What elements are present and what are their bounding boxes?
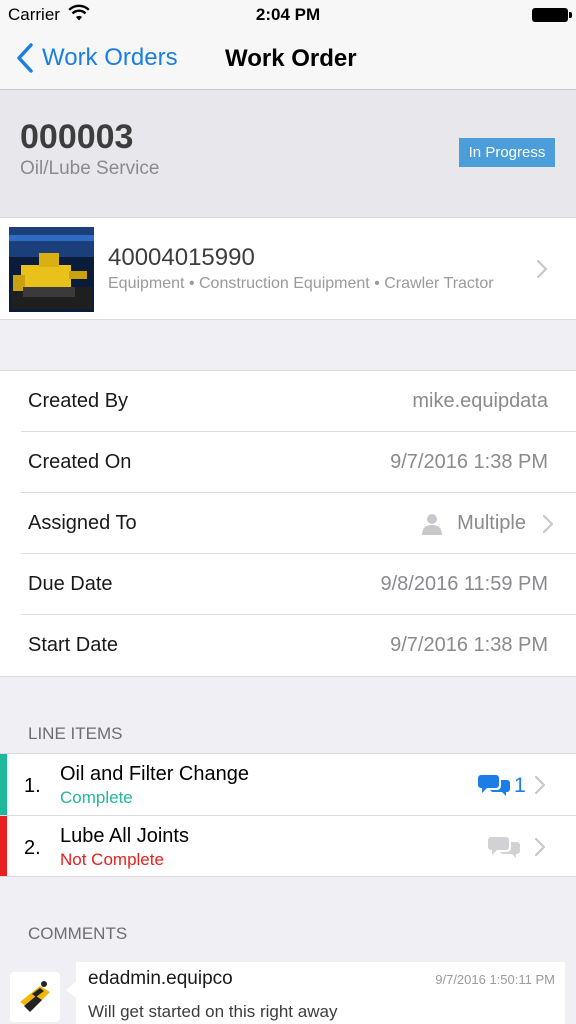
created-on-label: Created On: [28, 451, 132, 473]
detail-row-created-on: Created On 9/7/2016 1:38 PM: [21, 432, 576, 493]
work-order-details: Created By mike.equipdata Created On 9/7…: [0, 370, 576, 677]
line-item[interactable]: 1. Oil and Filter Change Complete 1: [0, 754, 576, 815]
asset-row[interactable]: 40004015990 Equipment • Construction Equ…: [0, 217, 576, 320]
back-button[interactable]: Work Orders: [14, 42, 178, 74]
asset-id: 40004015990: [108, 244, 255, 271]
assigned-to-label: Assigned To: [28, 512, 137, 534]
detail-row-created-by: Created By mike.equipdata: [21, 371, 576, 432]
battery-icon: [532, 8, 572, 22]
chevron-right-icon: [542, 514, 554, 534]
chevron-right-icon: [534, 775, 546, 795]
detail-row-start-date: Start Date 9/7/2016 1:38 PM: [21, 615, 576, 676]
detail-row-assigned-to[interactable]: Assigned To Multiple: [21, 493, 576, 554]
back-button-label: Work Orders: [42, 44, 178, 71]
created-by-value: mike.equipdata: [412, 390, 548, 412]
navigation-bar: Work Orders Work Order: [0, 32, 576, 90]
comment-bubble: edadmin.equipco 9/7/2016 1:50:11 PM Will…: [66, 962, 565, 1024]
line-item-status: Complete: [60, 788, 133, 807]
work-order-number: 000003: [20, 118, 134, 156]
status-stripe: [0, 816, 7, 876]
clock: 2:04 PM: [255, 5, 321, 24]
work-order-header: 000003 Oil/Lube Service In Progress: [0, 90, 576, 217]
work-order-type: Oil/Lube Service: [20, 158, 160, 179]
assigned-to-value: Multiple: [457, 512, 526, 534]
created-by-label: Created By: [28, 390, 129, 412]
detail-row-due-date: Due Date 9/8/2016 11:59 PM: [21, 554, 576, 615]
page-title: Work Order: [225, 45, 357, 72]
line-item-number: 1.: [24, 775, 41, 797]
chevron-right-icon: [534, 837, 546, 857]
line-item-name: Lube All Joints: [60, 825, 189, 847]
status-badge: In Progress: [459, 138, 555, 167]
due-date-value: 9/8/2016 11:59 PM: [380, 573, 548, 595]
comment-text: Will get started on this right away: [88, 1002, 338, 1021]
line-item-status: Not Complete: [60, 850, 164, 869]
line-items-list: 1. Oil and Filter Change Complete 1 2. L…: [0, 753, 576, 877]
status-bar: Carrier 2:04 PM: [0, 0, 576, 32]
comment-count: 1: [514, 774, 526, 797]
comment-bubbles-icon: [488, 837, 520, 858]
line-items-section-title: LINE ITEMS: [28, 724, 123, 743]
line-item-number: 2.: [24, 837, 41, 859]
chevron-left-icon: [17, 43, 33, 73]
start-date-label: Start Date: [28, 634, 119, 656]
line-item[interactable]: 2. Lube All Joints Not Complete: [0, 815, 576, 876]
comment-bubbles-icon: [478, 775, 510, 796]
created-on-value: 9/7/2016 1:38 PM: [390, 451, 548, 473]
line-item-name: Oil and Filter Change: [60, 763, 249, 785]
equipment-thumbnail: [9, 227, 94, 312]
comment-timestamp: 9/7/2016 1:50:11 PM: [435, 972, 555, 987]
person-icon: [422, 514, 442, 535]
user-avatar: [10, 972, 60, 1022]
asset-category-path: Equipment • Construction Equipment • Cra…: [108, 275, 494, 292]
comment-author: edadmin.equipco: [88, 968, 233, 989]
comments-section-title: COMMENTS: [28, 924, 128, 943]
status-stripe: [0, 754, 7, 815]
comment-item: edadmin.equipco 9/7/2016 1:50:11 PM Will…: [0, 960, 576, 1024]
start-date-value: 9/7/2016 1:38 PM: [390, 634, 548, 656]
due-date-label: Due Date: [28, 573, 113, 595]
chevron-right-icon: [536, 259, 548, 279]
